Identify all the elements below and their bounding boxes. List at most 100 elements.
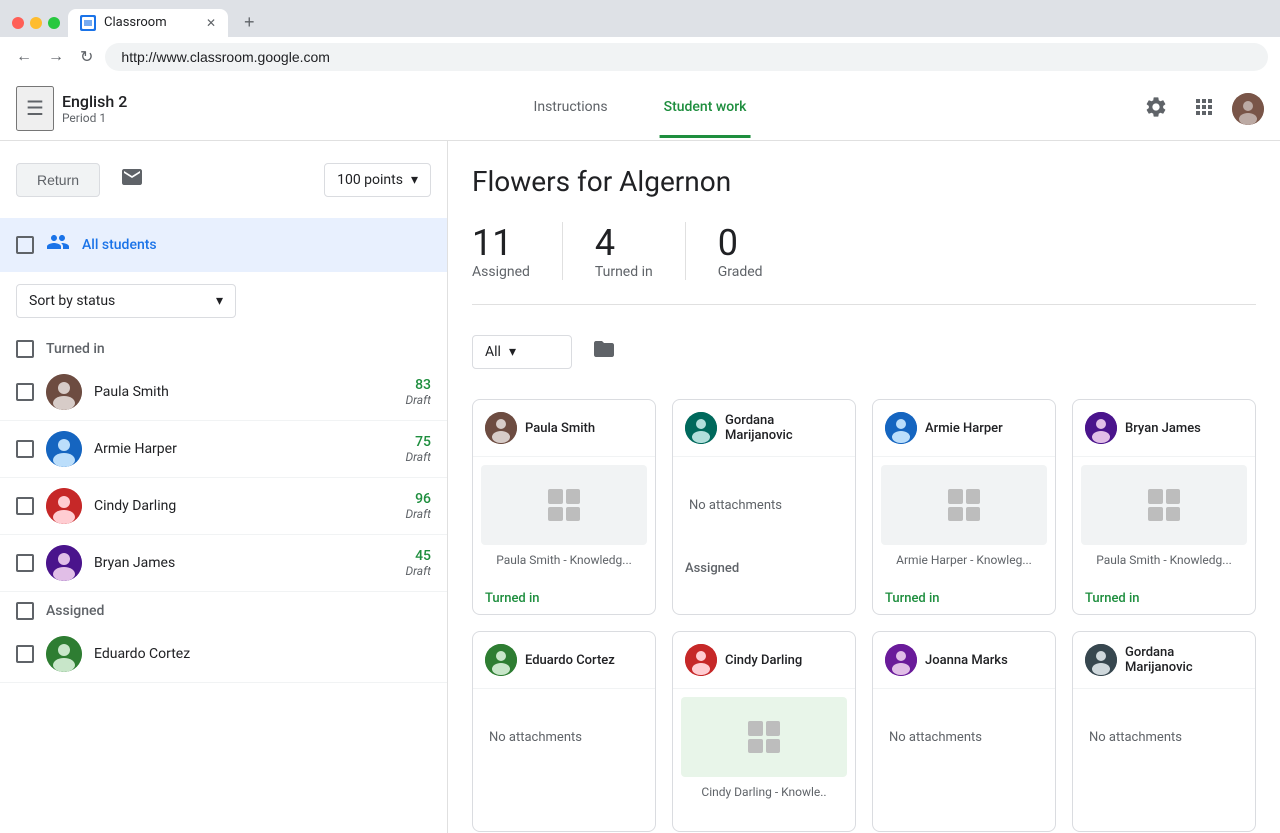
student-row[interactable]: Eduardo Cortez <box>0 626 447 683</box>
card-thumbnail <box>481 465 647 545</box>
avatar[interactable] <box>1232 93 1264 125</box>
points-dropdown[interactable]: 100 points ▾ <box>324 163 431 197</box>
student-grade: 75 Draft <box>405 434 431 464</box>
grade-status: Draft <box>405 564 431 578</box>
card-name: Armie Harper <box>925 421 1003 436</box>
student-card[interactable]: Armie Harper Armie Harper - Knowleg... T… <box>872 399 1056 615</box>
grade-value: 75 <box>405 434 431 450</box>
app: ☰ English 2 Period 1 Instructions Studen… <box>0 77 1280 833</box>
stat-turned-in-label: Turned in <box>595 264 653 280</box>
dot-yellow[interactable] <box>30 17 42 29</box>
student-avatar <box>46 545 82 581</box>
mail-button[interactable] <box>112 157 152 202</box>
turned-in-label: Turned in <box>46 341 105 357</box>
assigned-checkbox[interactable] <box>16 602 34 620</box>
apps-button[interactable] <box>1184 87 1224 130</box>
stat-assigned: 11 Assigned <box>472 222 563 280</box>
student-grade: 45 Draft <box>405 548 431 578</box>
card-file: Paula Smith - Knowledg... <box>1081 553 1247 567</box>
student-row[interactable]: Cindy Darling 96 Draft <box>0 478 447 535</box>
all-students-row[interactable]: All students <box>0 218 447 272</box>
hamburger-menu[interactable]: ☰ <box>16 86 54 131</box>
card-body: Paula Smith - Knowledg... <box>473 457 655 583</box>
assigned-label: Assigned <box>46 603 104 619</box>
card-header: Joanna Marks <box>873 632 1055 689</box>
tab-instructions[interactable]: Instructions <box>530 79 612 138</box>
back-button[interactable]: ← <box>12 44 36 70</box>
student-row[interactable]: Paula Smith 83 Draft <box>0 364 447 421</box>
browser-tab[interactable]: Classroom ✕ <box>68 9 228 37</box>
tab-student-work[interactable]: Student work <box>660 79 751 138</box>
new-tab-button[interactable]: + <box>236 8 263 37</box>
student-checkbox[interactable] <box>16 554 34 572</box>
turned-in-checkbox[interactable] <box>16 340 34 358</box>
student-card[interactable]: Bryan James Paula Smith - Knowledg... Tu… <box>1072 399 1256 615</box>
sort-arrow-icon: ▾ <box>216 293 223 309</box>
settings-button[interactable] <box>1136 87 1176 130</box>
card-header: Eduardo Cortez <box>473 632 655 689</box>
student-card[interactable]: Cindy Darling Cindy Darling - Knowle.. <box>672 631 856 832</box>
card-header: Armie Harper <box>873 400 1055 457</box>
gear-icon <box>1144 95 1168 119</box>
student-avatar <box>46 636 82 672</box>
card-body: No attachments <box>473 689 655 785</box>
filter-select[interactable]: All ▾ <box>472 335 572 369</box>
folder-button[interactable] <box>584 329 624 375</box>
avatar-image <box>1232 93 1264 125</box>
dot-red[interactable] <box>12 17 24 29</box>
student-checkbox[interactable] <box>16 383 34 401</box>
cards-grid: Paula Smith Paula Smith - Knowledg... Tu… <box>472 399 1256 832</box>
dot-green[interactable] <box>48 17 60 29</box>
student-card[interactable]: Paula Smith Paula Smith - Knowledg... Tu… <box>472 399 656 615</box>
stat-turned-in: 4 Turned in <box>595 222 686 280</box>
student-grade: 83 Draft <box>405 377 431 407</box>
card-body: No attachments <box>673 457 855 553</box>
card-body: Cindy Darling - Knowle.. <box>673 689 855 815</box>
sidebar: Return 100 points ▾ <box>0 141 448 833</box>
stat-graded-label: Graded <box>718 264 763 280</box>
card-thumbnail <box>681 697 847 777</box>
nav-brand-subtitle: Period 1 <box>62 111 127 125</box>
refresh-button[interactable]: ↻ <box>76 43 97 71</box>
student-card[interactable]: Gordana Marijanovic No attachments <box>1072 631 1256 832</box>
student-row[interactable]: Bryan James 45 Draft <box>0 535 447 592</box>
grade-value: 96 <box>405 491 431 507</box>
card-no-attachments: No attachments <box>1081 697 1247 777</box>
nav-brand-title: English 2 <box>62 92 127 111</box>
all-students-checkbox[interactable] <box>16 236 34 254</box>
student-checkbox[interactable] <box>16 497 34 515</box>
student-name: Cindy Darling <box>94 498 405 514</box>
student-checkbox[interactable] <box>16 440 34 458</box>
card-file: Cindy Darling - Knowle.. <box>681 785 847 799</box>
student-grade: 96 Draft <box>405 491 431 521</box>
student-checkbox[interactable] <box>16 645 34 663</box>
card-no-attachments: No attachments <box>481 697 647 777</box>
card-name: Paula Smith <box>525 421 595 436</box>
card-name: Cindy Darling <box>725 653 802 668</box>
student-card[interactable]: Eduardo Cortez No attachments <box>472 631 656 832</box>
stat-graded-number: 0 <box>718 222 738 264</box>
address-bar[interactable] <box>105 43 1268 71</box>
sort-select[interactable]: Sort by status ▾ <box>16 284 236 318</box>
card-avatar <box>885 412 917 444</box>
student-row[interactable]: Armie Harper 75 Draft <box>0 421 447 478</box>
sidebar-toolbar: Return 100 points ▾ <box>0 141 447 218</box>
grade-status: Draft <box>405 507 431 521</box>
tab-close-button[interactable]: ✕ <box>206 16 216 30</box>
mail-icon <box>120 165 144 189</box>
grid-icon <box>1148 489 1180 521</box>
all-students-label: All students <box>82 237 157 253</box>
forward-button[interactable]: → <box>44 44 68 70</box>
grade-value: 45 <box>405 548 431 564</box>
card-status <box>673 815 855 831</box>
stats-row: 11 Assigned 4 Turned in 0 Graded <box>472 222 1256 305</box>
filter-arrow-icon: ▾ <box>509 344 516 360</box>
card-body: No attachments <box>873 689 1055 785</box>
student-card[interactable]: Joanna Marks No attachments <box>872 631 1056 832</box>
return-button[interactable]: Return <box>16 163 100 197</box>
card-header: Gordana Marijanovic <box>1073 632 1255 689</box>
nav-right <box>1136 87 1264 130</box>
card-status: Turned in <box>1073 583 1255 614</box>
card-avatar <box>885 644 917 676</box>
student-card[interactable]: Gordana Marijanovic No attachments Assig… <box>672 399 856 615</box>
